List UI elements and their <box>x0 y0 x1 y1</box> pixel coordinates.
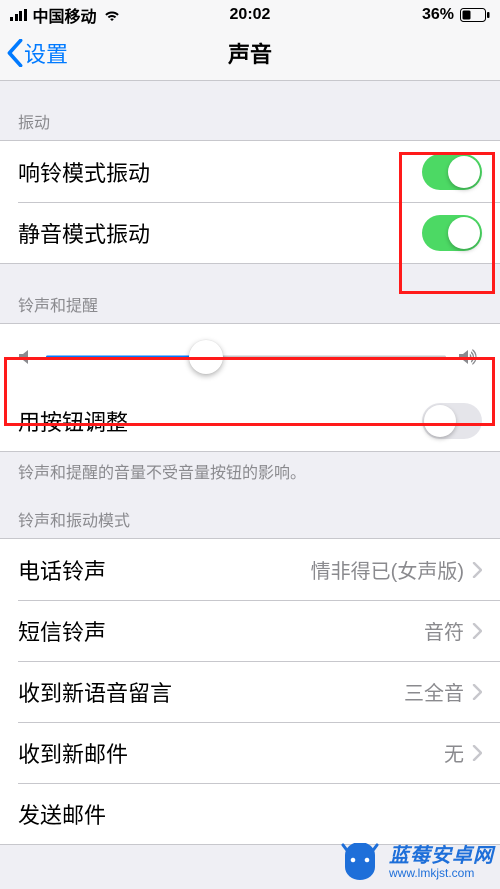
row-sent-mail[interactable]: 发送邮件 <box>0 783 500 844</box>
back-label: 设置 <box>24 37 68 69</box>
watermark: 蓝莓安卓网 www.lmkjst.com <box>337 843 494 883</box>
value-new-mail: 无 <box>444 738 464 767</box>
watermark-icon <box>337 843 383 883</box>
row-ringer-volume <box>0 324 500 390</box>
value-text-tone: 音符 <box>424 616 464 645</box>
section-header-ringer: 铃声和提醒 <box>0 264 500 323</box>
row-vibrate-on-silent: 静音模式振动 <box>0 202 500 263</box>
group-ringer: 用按钮调整 <box>0 323 500 452</box>
ringer-volume-slider[interactable] <box>46 341 446 373</box>
chevron-right-icon <box>472 684 482 700</box>
watermark-text: 蓝莓安卓网 www.lmkjst.com <box>389 846 494 880</box>
chevron-right-icon <box>472 745 482 761</box>
toggle-vibrate-on-ring[interactable] <box>422 154 482 190</box>
label-ringtone: 电话铃声 <box>18 554 106 586</box>
group-patterns: 电话铃声 情非得已(女声版) 短信铃声 音符 收到新语音留言 三全音 收到新邮件… <box>0 538 500 845</box>
chevron-right-icon <box>472 562 482 578</box>
status-time: 20:02 <box>0 6 500 24</box>
back-button[interactable]: 设置 <box>0 37 68 69</box>
volume-min-icon <box>18 348 34 366</box>
group-vibration: 响铃模式振动 静音模式振动 <box>0 140 500 264</box>
status-bar: 中国移动 20:02 36% <box>0 0 500 26</box>
page-title: 声音 <box>0 37 500 69</box>
row-vibrate-on-ring: 响铃模式振动 <box>0 141 500 202</box>
row-new-voicemail[interactable]: 收到新语音留言 三全音 <box>0 661 500 722</box>
volume-max-icon <box>458 347 482 367</box>
toggle-vibrate-on-silent[interactable] <box>422 215 482 251</box>
value-ringtone: 情非得已(女声版) <box>311 555 464 584</box>
value-new-voicemail: 三全音 <box>404 677 464 706</box>
label-new-voicemail: 收到新语音留言 <box>18 676 172 708</box>
chevron-left-icon <box>6 39 24 67</box>
section-header-vibration: 振动 <box>0 81 500 140</box>
nav-bar: 设置 声音 <box>0 26 500 81</box>
row-change-with-buttons: 用按钮调整 <box>0 390 500 451</box>
chevron-right-icon <box>472 623 482 639</box>
toggle-change-with-buttons[interactable] <box>422 403 482 439</box>
watermark-url: www.lmkjst.com <box>389 867 494 880</box>
row-text-tone[interactable]: 短信铃声 音符 <box>0 600 500 661</box>
label-vibrate-on-silent: 静音模式振动 <box>18 217 150 249</box>
label-text-tone: 短信铃声 <box>18 615 106 647</box>
label-sent-mail: 发送邮件 <box>18 798 106 830</box>
footer-ringer: 铃声和提醒的音量不受音量按钮的影响。 <box>0 452 500 493</box>
watermark-title: 蓝莓安卓网 <box>389 846 494 867</box>
label-change-with-buttons: 用按钮调整 <box>18 405 128 437</box>
label-vibrate-on-ring: 响铃模式振动 <box>18 156 150 188</box>
section-header-patterns: 铃声和振动模式 <box>0 493 500 538</box>
label-new-mail: 收到新邮件 <box>18 737 128 769</box>
row-ringtone[interactable]: 电话铃声 情非得已(女声版) <box>0 539 500 600</box>
row-new-mail[interactable]: 收到新邮件 无 <box>0 722 500 783</box>
